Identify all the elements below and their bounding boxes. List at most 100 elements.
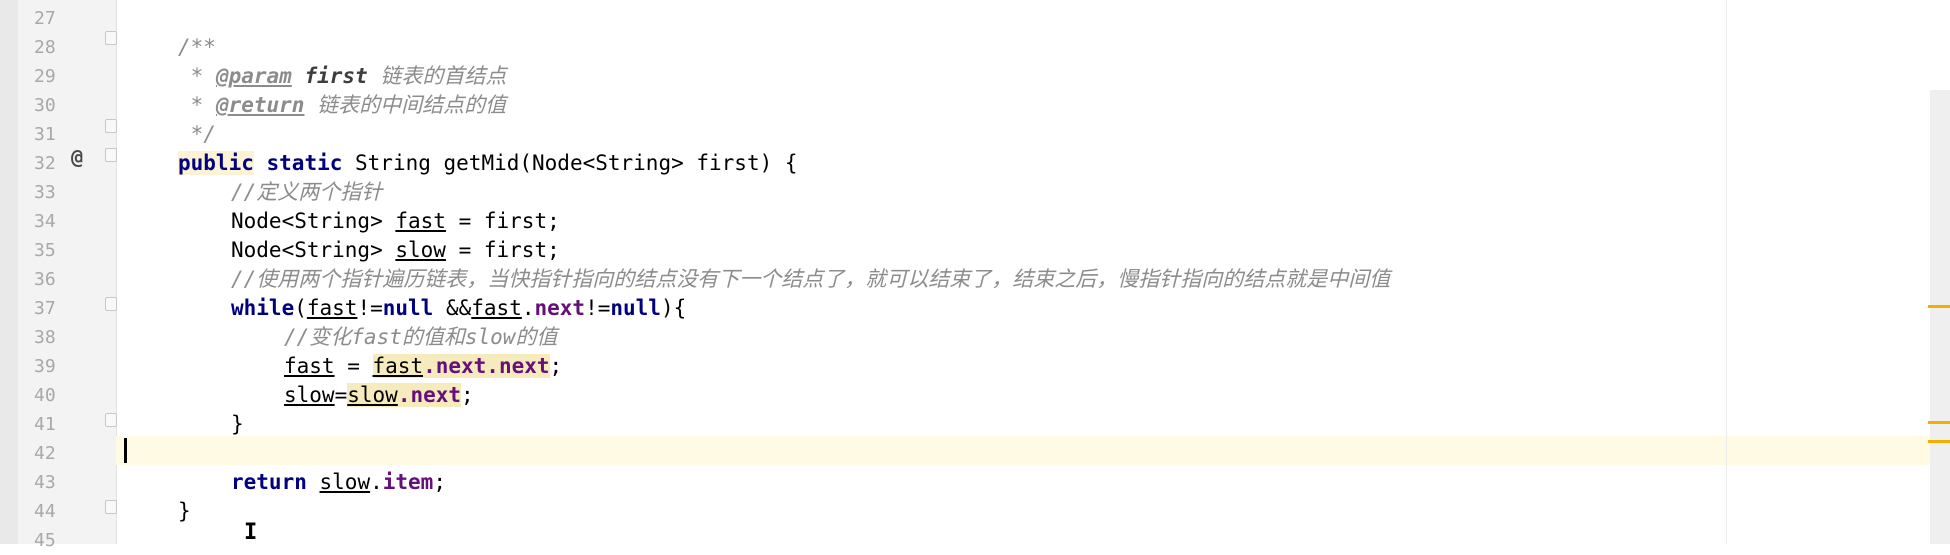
line-number[interactable]: 27	[18, 4, 70, 33]
code-token-ul: slow	[395, 238, 446, 262]
code-token-plain: ;	[549, 354, 563, 378]
line-number[interactable]: 35	[18, 236, 70, 265]
fold-toggle-method-start-icon[interactable]	[105, 148, 117, 162]
code-line[interactable]: }	[231, 410, 244, 439]
code-line[interactable]: return slow.item;	[231, 468, 446, 497]
code-token-ul-hl: slow	[347, 383, 398, 407]
current-line-highlight	[116, 436, 1950, 465]
line-number[interactable]: 40	[18, 381, 70, 410]
line-number[interactable]: 32	[18, 149, 70, 178]
code-line[interactable]: */	[178, 120, 216, 149]
window-left-edge	[0, 0, 18, 544]
code-token-plain: .	[521, 296, 535, 320]
code-line[interactable]: }	[178, 497, 191, 526]
code-token-plain: !=	[357, 296, 383, 320]
code-token-plain: (	[294, 296, 307, 320]
code-token-plain: Node<String>	[231, 209, 396, 233]
code-token-kw: null	[610, 296, 661, 320]
code-token-plain: ){	[660, 296, 687, 320]
code-token-doc: *	[178, 93, 216, 117]
code-token-plain: String getMid(Node<String> first) {	[342, 151, 798, 175]
line-number[interactable]: 41	[18, 410, 70, 439]
fold-toggle-method-end-icon[interactable]	[105, 500, 117, 514]
code-token-ul: slow	[284, 383, 335, 407]
mouse-ibeam-cursor-icon: I	[244, 520, 258, 545]
text-caret	[124, 438, 127, 463]
code-token-ul: fast	[471, 296, 522, 320]
code-token-ul: fast	[395, 209, 446, 233]
code-token-plain: &&	[433, 296, 472, 320]
code-token-kw: while	[231, 296, 295, 320]
code-token-plain: .	[370, 470, 383, 494]
code-token-doctag: @return	[215, 93, 305, 117]
code-token-comment: //使用两个指针遍历链表，当快指针指向的结点没有下一个结点了，就可以结束了，结束…	[231, 267, 1391, 291]
line-number[interactable]: 36	[18, 265, 70, 294]
warning-stripe-marker[interactable]	[1928, 421, 1950, 424]
code-line[interactable]: //使用两个指针遍历链表，当快指针指向的结点没有下一个结点了，就可以结束了，结束…	[231, 265, 1390, 294]
code-line[interactable]: Node<String> fast = first;	[231, 207, 560, 236]
code-line[interactable]: //定义两个指针	[231, 178, 382, 207]
line-number[interactable]: 38	[18, 323, 70, 352]
line-number[interactable]: 34	[18, 207, 70, 236]
fold-toggle-while-start-icon[interactable]	[105, 297, 117, 311]
code-token-plain: Node<String>	[231, 238, 396, 262]
code-token-field: next	[534, 296, 586, 320]
code-token-plain: ;	[461, 383, 474, 407]
code-token-doctag: @param	[215, 64, 292, 88]
vertical-scrollbar[interactable]	[1930, 90, 1950, 544]
code-token-plain: = first;	[445, 238, 560, 262]
fold-toggle-while-end-icon[interactable]	[105, 413, 117, 427]
code-token-kw: static	[266, 151, 343, 175]
code-token-doc: /**	[178, 35, 216, 59]
code-token-plain: }	[231, 412, 244, 436]
code-token-comment: //变化fast的值和slow的值	[284, 325, 558, 349]
line-number[interactable]: 42	[18, 439, 70, 468]
code-line[interactable]: //变化fast的值和slow的值	[284, 323, 557, 352]
line-number[interactable]: 31	[18, 120, 70, 149]
warning-stripe-marker[interactable]	[1928, 440, 1950, 443]
line-number[interactable]: 43	[18, 468, 70, 497]
code-line[interactable]: fast = fast.next.next;	[284, 352, 562, 381]
code-line[interactable]: while(fast!=null &&fast.next!=null){	[231, 294, 686, 323]
code-line[interactable]: * @return 链表的中间结点的值	[178, 91, 506, 120]
line-number[interactable]: 33	[18, 178, 70, 207]
line-number[interactable]: 44	[18, 497, 70, 526]
warning-stripe-marker[interactable]	[1928, 305, 1950, 308]
code-line[interactable]: slow=slow.next;	[284, 381, 474, 410]
line-number[interactable]: 45	[18, 526, 70, 555]
override-marker-icon[interactable]: @	[66, 143, 88, 172]
line-number[interactable]: 30	[18, 91, 70, 120]
code-line[interactable]: public static String getMid(Node<String>…	[178, 149, 798, 178]
code-token-field-hl: .next	[397, 383, 462, 407]
fold-toggle-javadoc-end-icon[interactable]	[105, 119, 117, 133]
code-token-ul: fast	[306, 296, 358, 320]
code-token-plain: ;	[433, 470, 446, 494]
code-token-plain: = first;	[445, 209, 560, 233]
code-line[interactable]: Node<String> slow = first;	[231, 236, 560, 265]
code-token-ul: slow	[319, 470, 371, 494]
code-token-kw: return	[231, 470, 307, 494]
line-number[interactable]: 29	[18, 62, 70, 91]
fold-toggle-javadoc-start-icon[interactable]	[105, 31, 117, 45]
line-number[interactable]: 39	[18, 352, 70, 381]
code-token-plain: =	[334, 383, 348, 407]
code-token-doc: 链表的中间结点的值	[304, 93, 507, 117]
code-token-comment: //定义两个指针	[231, 180, 383, 204]
code-token-ul: fast	[284, 354, 335, 378]
code-token-field: item	[382, 470, 434, 494]
code-token-plain: =	[334, 354, 373, 378]
code-token-ul-hl: fast	[372, 354, 424, 378]
right-margin-guide	[1726, 0, 1727, 544]
code-token-doc	[292, 64, 305, 88]
editor-gutter[interactable]: 27 28 29 30 31 32 33 34 35 36 37 38 39 40 41 42 43 44 45 @	[18, 0, 117, 551]
code-token-doc: 链表的首结点	[367, 64, 507, 88]
code-token-doc: */	[178, 122, 216, 146]
line-number[interactable]: 28	[18, 33, 70, 62]
code-token-docparam: first	[304, 64, 368, 88]
line-number[interactable]: 37	[18, 294, 70, 323]
code-line[interactable]: /**	[178, 33, 216, 62]
code-token-kw-hl: public	[178, 151, 254, 175]
code-line[interactable]: * @param first 链表的首结点	[178, 62, 507, 91]
